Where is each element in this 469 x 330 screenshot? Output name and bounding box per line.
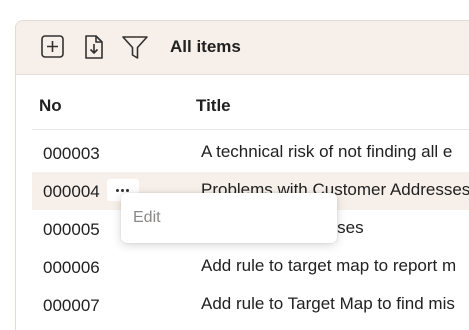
cell-no: 000003 <box>43 144 100 163</box>
table-row[interactable]: 000003 A technical risk of not finding a… <box>32 134 469 172</box>
table-row[interactable]: 000007 Add rule to Target Map to find mi… <box>32 286 469 324</box>
cell-no: 000006 <box>43 258 100 277</box>
cell-no: 000004 <box>43 182 100 201</box>
list-view-page: All items No Title 000003 A technical ri… <box>0 0 469 330</box>
cell-title[interactable]: A technical risk of not finding all e <box>201 142 452 162</box>
filter-icon[interactable] <box>121 34 148 60</box>
table-row[interactable]: 000006 Add rule to target map to report … <box>32 248 469 286</box>
cell-no: 000005 <box>43 220 100 239</box>
cell-title[interactable]: Add rule to Target Map to find mis <box>201 294 455 314</box>
header-divider <box>32 129 469 130</box>
column-header-no[interactable]: No <box>39 96 62 116</box>
import-icon[interactable] <box>81 34 107 60</box>
column-header-title[interactable]: Title <box>196 96 231 116</box>
add-icon[interactable] <box>40 34 66 60</box>
cell-no: 000007 <box>43 296 100 315</box>
command-bar: All items <box>16 21 469 75</box>
list-panel: All items No Title 000003 A technical ri… <box>15 20 469 330</box>
cell-title[interactable]: Add rule to target map to report m <box>201 256 456 276</box>
edit-menu-item[interactable]: Edit <box>133 209 161 227</box>
view-title[interactable]: All items <box>170 37 241 57</box>
row-action-menu: Edit <box>121 193 337 243</box>
